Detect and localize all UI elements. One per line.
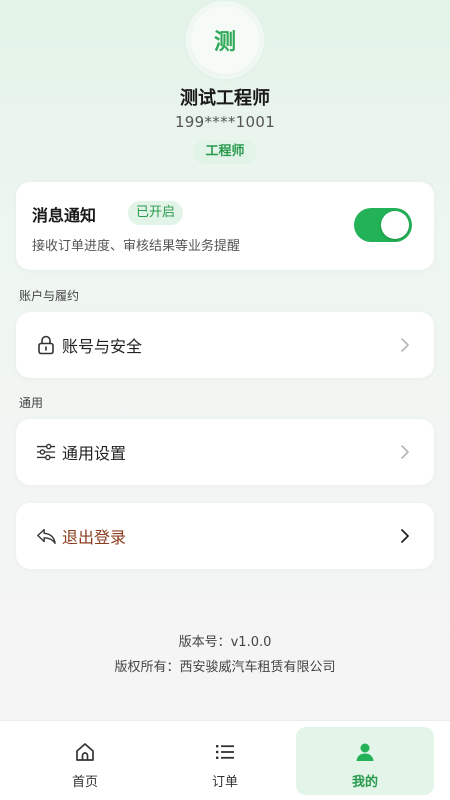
tab-mine[interactable]: 我的: [296, 727, 434, 795]
sliders-icon: [36, 442, 56, 462]
tab-orders-label: 订单: [211, 775, 238, 790]
section-label-account: 账户与履约: [19, 289, 80, 303]
general-settings-label: 通用设置: [62, 444, 127, 463]
chevron-right-icon: [396, 336, 414, 354]
notification-toggle[interactable]: [354, 208, 412, 242]
avatar[interactable]: 测: [191, 6, 259, 74]
user-name: 测试工程师: [180, 88, 270, 109]
tab-home-label: 首页: [71, 775, 98, 790]
user-icon: [354, 741, 376, 763]
tab-home[interactable]: 首页: [16, 727, 154, 795]
list-icon: [214, 741, 236, 763]
lock-icon: [36, 335, 56, 355]
notification-card: 消息通知 已开启 接收订单进度、审核结果等业务提醒: [16, 182, 434, 270]
chevron-right-icon: [396, 443, 414, 461]
notification-title: 消息通知: [32, 206, 97, 225]
profile-header: 测 测试工程师 199****1001 工程师: [0, 0, 450, 175]
copyright-text: 版权所有：西安骏威汽车租赁有限公司: [114, 660, 336, 675]
back-arrow-icon: [36, 526, 56, 546]
version-text: 版本号：v1.0.0: [178, 635, 272, 650]
tab-orders[interactable]: 订单: [156, 727, 294, 795]
user-phone: 199****1001: [174, 113, 276, 131]
logout-label: 退出登录: [62, 528, 127, 547]
account-security-item[interactable]: 账号与安全: [16, 312, 434, 378]
general-settings-item[interactable]: 通用设置: [16, 419, 434, 485]
avatar-initial: 测: [213, 30, 236, 55]
notification-status-badge: 已开启: [128, 201, 184, 225]
account-security-label: 账号与安全: [62, 337, 143, 356]
bottom-tab-bar: 首页 订单 我的: [0, 720, 450, 800]
toggle-knob: [381, 211, 409, 239]
chevron-right-icon: [396, 527, 414, 545]
section-label-general: 通用: [19, 396, 44, 410]
tab-mine-label: 我的: [351, 775, 378, 790]
notification-description: 接收订单进度、审核结果等业务提醒: [32, 239, 241, 254]
role-badge: 工程师: [193, 140, 257, 164]
logout-button[interactable]: 退出登录: [16, 503, 434, 569]
home-icon: [74, 741, 96, 763]
